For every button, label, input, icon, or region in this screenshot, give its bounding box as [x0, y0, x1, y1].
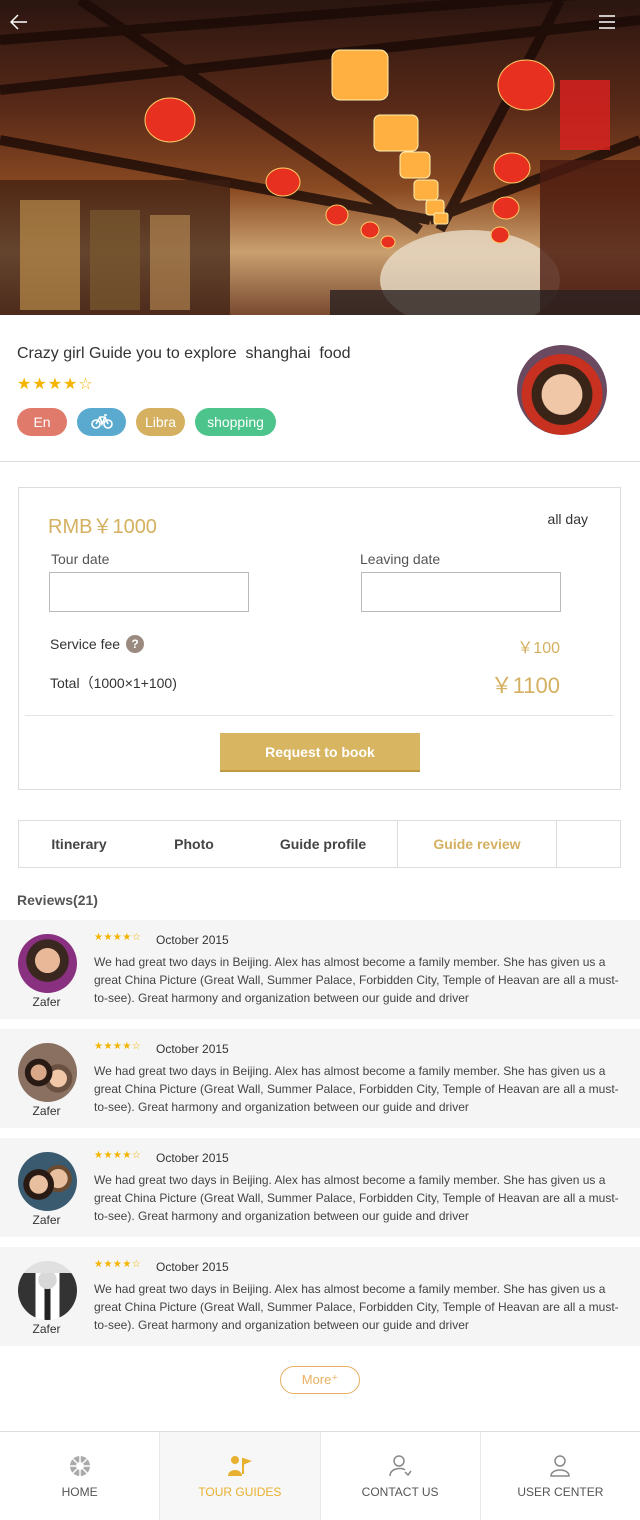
review-text: We had great two days in Beijing. Alex h…: [94, 955, 619, 1005]
bicycle-icon: [90, 413, 113, 432]
nav-label: USER CENTER: [517, 1485, 604, 1499]
review-date: October 2015: [156, 1151, 229, 1165]
tour-date-label: Tour date: [51, 551, 110, 567]
booking-panel: RMB￥1000 all day Tour date Leaving date …: [18, 487, 621, 790]
review-date: October 2015: [156, 1260, 229, 1274]
review-stars: ★★★★☆: [94, 1041, 142, 1052]
contact-user-icon: [387, 1453, 413, 1479]
review-item: Zafer ★★★★☆ October 2015 We had great tw…: [0, 1029, 640, 1128]
back-arrow-icon[interactable]: [10, 14, 38, 42]
nav-label: CONTACT US: [361, 1485, 439, 1499]
reviews-count-title: Reviews(21): [17, 892, 98, 908]
nav-home[interactable]: HOME: [0, 1432, 161, 1520]
reviewer-name: Zafer: [32, 1213, 61, 1227]
reviewer-avatar[interactable]: [18, 1043, 77, 1102]
hamburger-menu-icon[interactable]: [598, 14, 626, 42]
review-item: Zafer ★★★★☆ October 2015 We had great tw…: [0, 1138, 640, 1237]
reviewer-name: Zafer: [32, 1104, 61, 1118]
reviewer-avatar[interactable]: [18, 934, 77, 993]
hero-banner-image: [0, 0, 640, 315]
leaving-date-label: Leaving date: [360, 551, 441, 567]
detail-tabs: Itinerary Photo Guide profile Guide revi…: [18, 820, 621, 868]
reviewer-avatar[interactable]: [18, 1152, 77, 1211]
total-label: Total（1000×1+100): [50, 675, 177, 691]
guide-title: Crazy girl Guide you to explore shanghai…: [17, 345, 351, 362]
home-icon: [67, 1453, 93, 1479]
review-text: We had great two days in Beijing. Alex h…: [94, 1282, 619, 1332]
tab-guide-review[interactable]: Guide review: [397, 821, 557, 867]
review-text: We had great two days in Beijing. Alex h…: [94, 1064, 619, 1114]
more-reviews-button[interactable]: More⁺: [280, 1366, 360, 1394]
guide-rating-stars: ★★★★☆: [17, 376, 94, 393]
review-stars: ★★★★☆: [94, 1150, 142, 1161]
nav-user-center[interactable]: USER CENTER: [481, 1432, 640, 1520]
reviewer-name: Zafer: [32, 1322, 61, 1336]
guide-avatar[interactable]: [517, 345, 607, 435]
interest-tag: shopping: [195, 408, 276, 436]
review-date: October 2015: [156, 1042, 229, 1056]
divider: [25, 715, 614, 716]
request-to-book-button[interactable]: Request to book: [220, 733, 420, 772]
guide-tags: En Libra shopping: [17, 408, 276, 436]
guide-info-section: Crazy girl Guide you to explore shanghai…: [0, 315, 640, 462]
user-center-icon: [547, 1453, 573, 1479]
service-fee-row: Service fee ?: [50, 635, 145, 653]
tab-guide-profile[interactable]: Guide profile: [249, 821, 397, 867]
tab-itinerary[interactable]: Itinerary: [19, 821, 139, 867]
review-stars: ★★★★☆: [94, 1259, 142, 1270]
tour-guides-flag-icon: [227, 1453, 253, 1479]
tour-price: RMB￥1000: [48, 516, 157, 538]
review-text: We had great two days in Beijing. Alex h…: [94, 1173, 619, 1223]
zodiac-tag: Libra: [136, 408, 185, 436]
review-date: October 2015: [156, 933, 229, 947]
bottom-navigation: HOME TOUR GUIDES CONTACT US USER CENTER: [0, 1431, 640, 1520]
nav-label: TOUR GUIDES: [198, 1485, 282, 1499]
nav-label: HOME: [61, 1485, 98, 1499]
service-fee-label: Service fee: [50, 636, 121, 652]
tour-date-input[interactable]: [49, 572, 249, 612]
tab-photo[interactable]: Photo: [139, 821, 249, 867]
review-item: Zafer ★★★★☆ October 2015 We had great tw…: [0, 1247, 640, 1346]
bicycle-tag: [77, 408, 126, 436]
leaving-date-input[interactable]: [361, 572, 561, 612]
review-item: Zafer ★★★★☆ October 2015 We had great tw…: [0, 920, 640, 1019]
language-tag: En: [17, 408, 67, 436]
reviewer-avatar[interactable]: [18, 1261, 77, 1320]
reviewer-name: Zafer: [32, 995, 61, 1009]
nav-contact-us[interactable]: CONTACT US: [321, 1432, 481, 1520]
tour-duration: all day: [547, 511, 588, 527]
help-icon[interactable]: ?: [126, 635, 145, 653]
service-fee-value: ￥100: [517, 640, 560, 657]
review-stars: ★★★★☆: [94, 932, 142, 943]
tab-empty: [557, 821, 620, 867]
nav-tour-guides[interactable]: TOUR GUIDES: [160, 1432, 321, 1520]
total-value: ￥1100: [490, 673, 560, 698]
